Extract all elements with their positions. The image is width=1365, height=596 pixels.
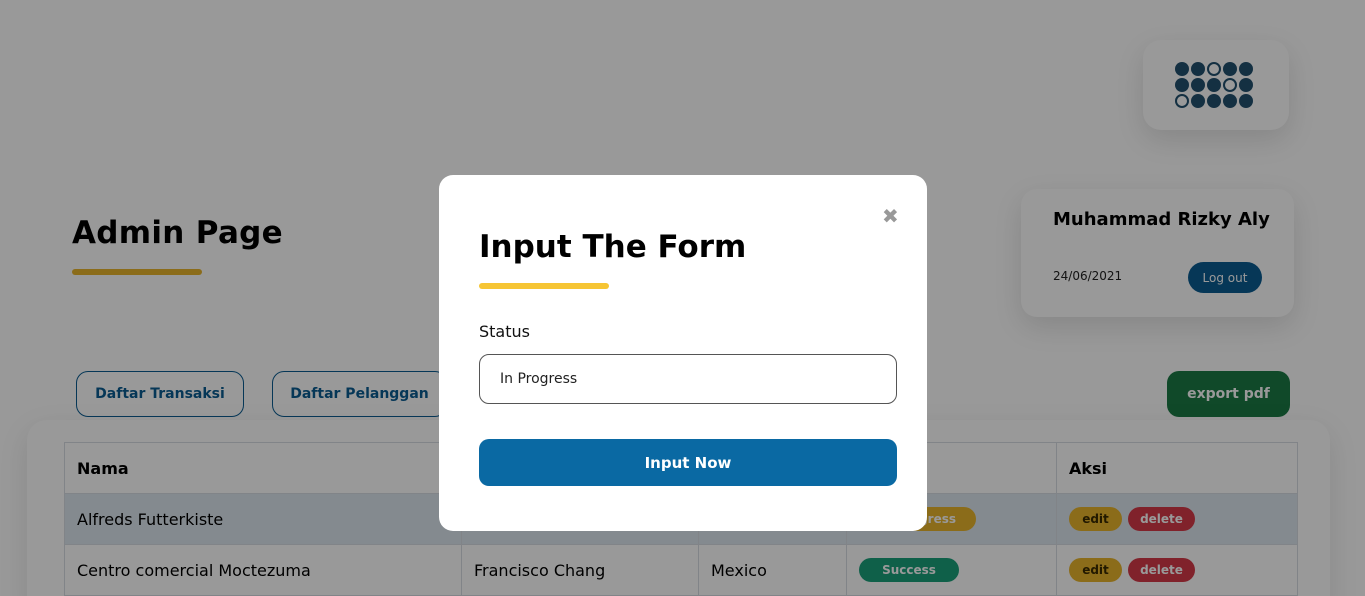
input-now-button[interactable]: Input Now (479, 439, 897, 486)
input-form-modal: ✖ Input The Form Status Input Now (439, 175, 927, 531)
modal-title-underline (479, 283, 609, 289)
status-label: Status (479, 322, 530, 341)
modal-title: Input The Form (479, 229, 747, 265)
status-input[interactable] (479, 354, 897, 404)
close-icon[interactable]: ✖ (882, 206, 899, 226)
